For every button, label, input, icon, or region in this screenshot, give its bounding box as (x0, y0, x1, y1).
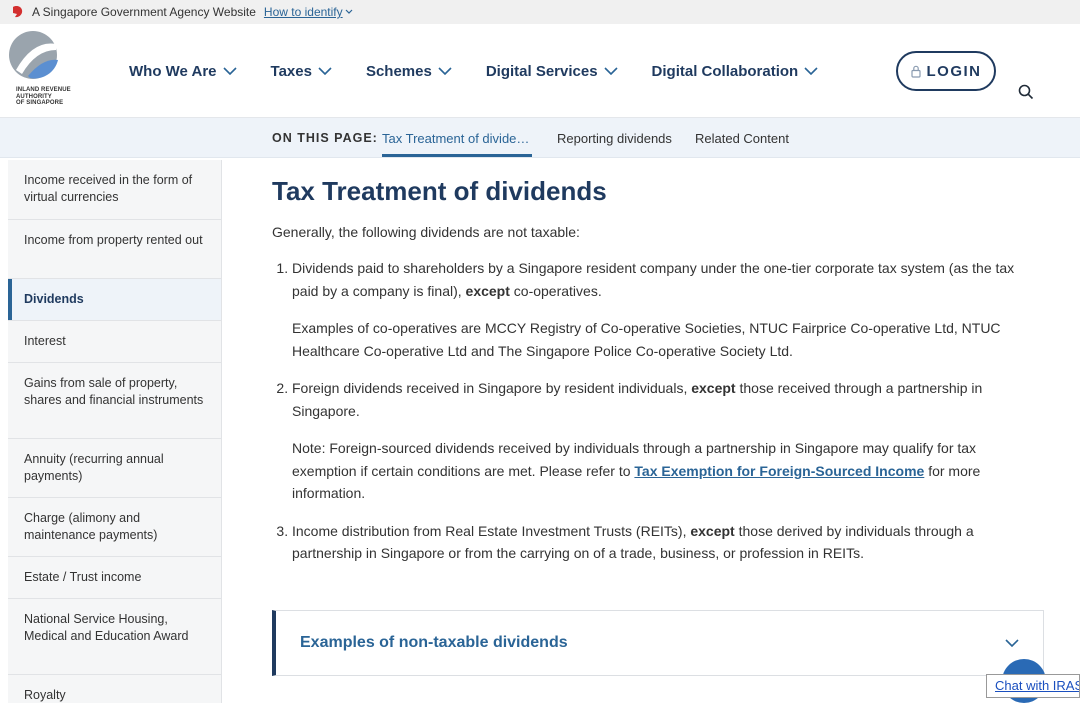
chevron-down-icon (1005, 639, 1019, 647)
nav-label: Digital Collaboration (651, 62, 799, 80)
active-indicator (382, 154, 532, 157)
nav-digital-services[interactable]: Digital Services (486, 63, 618, 80)
main-nav: Who We Are Taxes Schemes Digital Service… (129, 24, 852, 118)
nav-taxes[interactable]: Taxes (271, 63, 332, 80)
nav-label: Digital Services (485, 62, 598, 80)
nav-label: Schemes (365, 62, 432, 80)
gov-banner: A Singapore Government Agency Website Ho… (0, 0, 1080, 24)
chevron-down-icon (804, 67, 818, 75)
sidebar-item-royalty[interactable]: Royalty (8, 675, 221, 703)
login-label: LOGIN (926, 62, 982, 80)
list-item: Dividends paid to shareholders by a Sing… (292, 257, 1032, 362)
nav-schemes[interactable]: Schemes (366, 63, 452, 80)
main-content: Tax Treatment of dividends Generally, th… (272, 176, 1032, 580)
on-this-page-label: ON THIS PAGE: (272, 131, 378, 145)
page-title: Tax Treatment of dividends (272, 176, 607, 206)
item1-note: Examples of co-operatives are MCCY Regis… (292, 320, 1001, 359)
otp-link-related-content[interactable]: Related Content (695, 131, 789, 146)
sidebar-item-gains-sale[interactable]: Gains from sale of property, shares and … (8, 363, 221, 439)
list-item: Foreign dividends received in Singapore … (292, 377, 1032, 505)
sidebar-item-dividends[interactable]: Dividends (8, 279, 221, 321)
item1-text: Dividends paid to shareholders by a Sing… (292, 260, 1015, 299)
sidebar-item-ns-award[interactable]: National Service Housing, Medical and Ed… (8, 599, 221, 675)
lock-icon (910, 65, 921, 78)
how-to-identify-label: How to identify (263, 5, 343, 19)
on-this-page-bar: ON THIS PAGE: Tax Treatment of divide… R… (0, 118, 1080, 158)
nav-who-we-are[interactable]: Who We Are (129, 63, 237, 80)
nav-label: Who We Are (129, 62, 217, 80)
sidebar-item-virtual-currencies[interactable]: Income received in the form of virtual c… (8, 160, 221, 220)
chevron-down-icon (345, 9, 353, 14)
intro-text: Generally, the following dividends are n… (272, 224, 580, 240)
chevron-down-icon (318, 67, 332, 75)
singapore-lion-icon (13, 6, 23, 18)
foreign-sourced-income-link[interactable]: Tax Exemption for Foreign-Sourced Income (634, 463, 924, 479)
item1-end: co-operatives. (509, 282, 602, 299)
sidebar-nav: Income received in the form of virtual c… (8, 160, 222, 703)
chevron-down-icon (438, 67, 452, 75)
otp-link-tax-treatment[interactable]: Tax Treatment of divide… (382, 131, 529, 146)
sidebar-item-interest[interactable]: Interest (8, 321, 221, 363)
chat-with-iras-link[interactable]: Chat with IRAS (986, 674, 1080, 698)
item2-note: Note: Foreign-sourced dividends received… (292, 437, 1032, 505)
item3-bold: except (690, 522, 735, 539)
item2-bold: except (691, 380, 736, 396)
chevron-down-icon (222, 67, 237, 75)
nav-label: Taxes (270, 62, 312, 80)
logo-text: INLAND REVENUE AUTHORITY OF SINGAPORE (16, 87, 71, 106)
accordion-label: Examples of non-taxable dividends (300, 634, 568, 651)
chevron-down-icon (603, 67, 618, 75)
item2-text: Foreign dividends received in Singapore … (292, 380, 692, 396)
sidebar-item-estate-trust[interactable]: Estate / Trust income (8, 557, 221, 599)
sidebar-item-property-rented[interactable]: Income from property rented out (8, 220, 221, 279)
accordion-non-taxable-dividends[interactable]: Examples of non-taxable dividends (272, 610, 1044, 676)
dividend-list: Dividends paid to shareholders by a Sing… (272, 257, 1032, 565)
item1-bold: except (465, 282, 510, 299)
otp-link-reporting-dividends[interactable]: Reporting dividends (557, 131, 672, 146)
item3-text: Income distribution from Real Estate Inv… (292, 522, 691, 539)
list-item: Income distribution from Real Estate Inv… (292, 520, 1032, 565)
sidebar-item-charge[interactable]: Charge (alimony and maintenance payments… (8, 498, 221, 557)
login-button[interactable]: LOGIN (896, 51, 996, 91)
sidebar-item-annuity[interactable]: Annuity (recurring annual payments) (8, 439, 221, 498)
site-header: INLAND REVENUE AUTHORITY OF SINGAPORE Wh… (0, 24, 1080, 118)
gov-banner-text: A Singapore Government Agency Website (32, 5, 256, 19)
search-icon[interactable] (1018, 84, 1034, 100)
how-to-identify-link[interactable]: How to identify (264, 5, 353, 19)
nav-digital-collaboration[interactable]: Digital Collaboration (652, 63, 819, 80)
